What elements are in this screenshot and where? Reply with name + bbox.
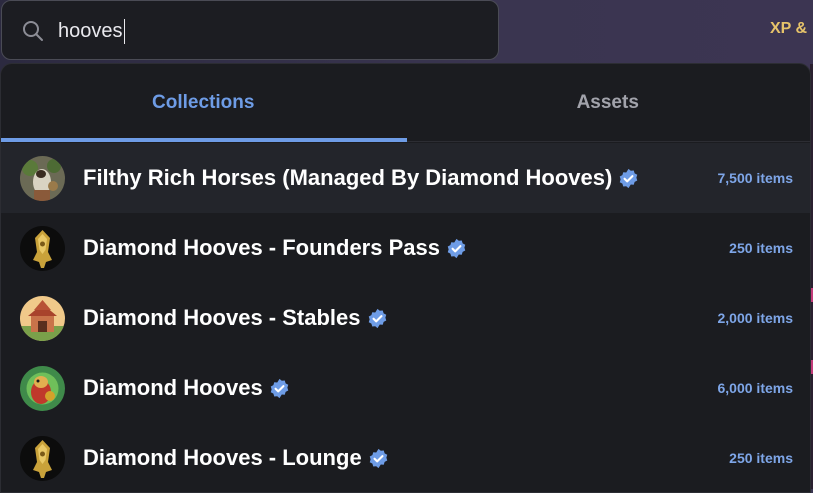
horses-avatar <box>20 155 65 201</box>
stable-building-avatar <box>20 295 65 341</box>
text-caret <box>124 19 125 44</box>
tab-collections[interactable]: Collections <box>1 64 406 141</box>
result-title: Filthy Rich Horses (Managed By Diamond H… <box>83 165 639 191</box>
item-count: 6,000 items <box>717 380 794 396</box>
horse-character-avatar <box>20 365 65 411</box>
result-row[interactable]: Filthy Rich Horses (Managed By Diamond H… <box>1 143 810 213</box>
verified-badge-icon <box>368 308 386 328</box>
result-row[interactable]: Diamond Hooves - Lounge 250 items <box>1 423 810 492</box>
results-tabs: Collections Assets <box>1 64 810 142</box>
item-count: 7,500 items <box>717 170 794 186</box>
item-count: 2,000 items <box>717 310 794 326</box>
verified-badge-icon <box>270 378 288 398</box>
golden-statue-avatar <box>20 225 65 271</box>
search-input[interactable] <box>58 17 478 45</box>
verified-badge-icon <box>620 168 638 188</box>
search-field[interactable] <box>1 0 499 60</box>
result-row[interactable]: Diamond Hooves - Stables 2,000 items <box>1 283 810 353</box>
search-results-dropdown: Collections Assets Filthy Rich Horses (M… <box>0 63 811 493</box>
verified-badge-icon <box>447 238 466 258</box>
result-title: Diamond Hooves - Stables <box>83 305 388 331</box>
result-row[interactable]: Diamond Hooves - Founders Pass 250 items <box>1 213 810 283</box>
active-tab-indicator <box>1 138 407 142</box>
item-count: 250 items <box>729 450 793 466</box>
tab-assets[interactable]: Assets <box>406 64 811 141</box>
verified-badge-icon <box>369 448 387 468</box>
result-row[interactable]: Diamond Hooves 6,000 items <box>1 353 810 423</box>
xp-nav-link[interactable]: XP & <box>770 20 807 38</box>
search-icon <box>23 21 43 41</box>
result-title: Diamond Hooves - Lounge <box>83 445 389 471</box>
golden-statue-avatar <box>20 435 65 481</box>
result-title: Diamond Hooves <box>83 375 290 401</box>
result-title: Diamond Hooves - Founders Pass <box>83 235 467 261</box>
item-count: 250 items <box>729 240 793 256</box>
